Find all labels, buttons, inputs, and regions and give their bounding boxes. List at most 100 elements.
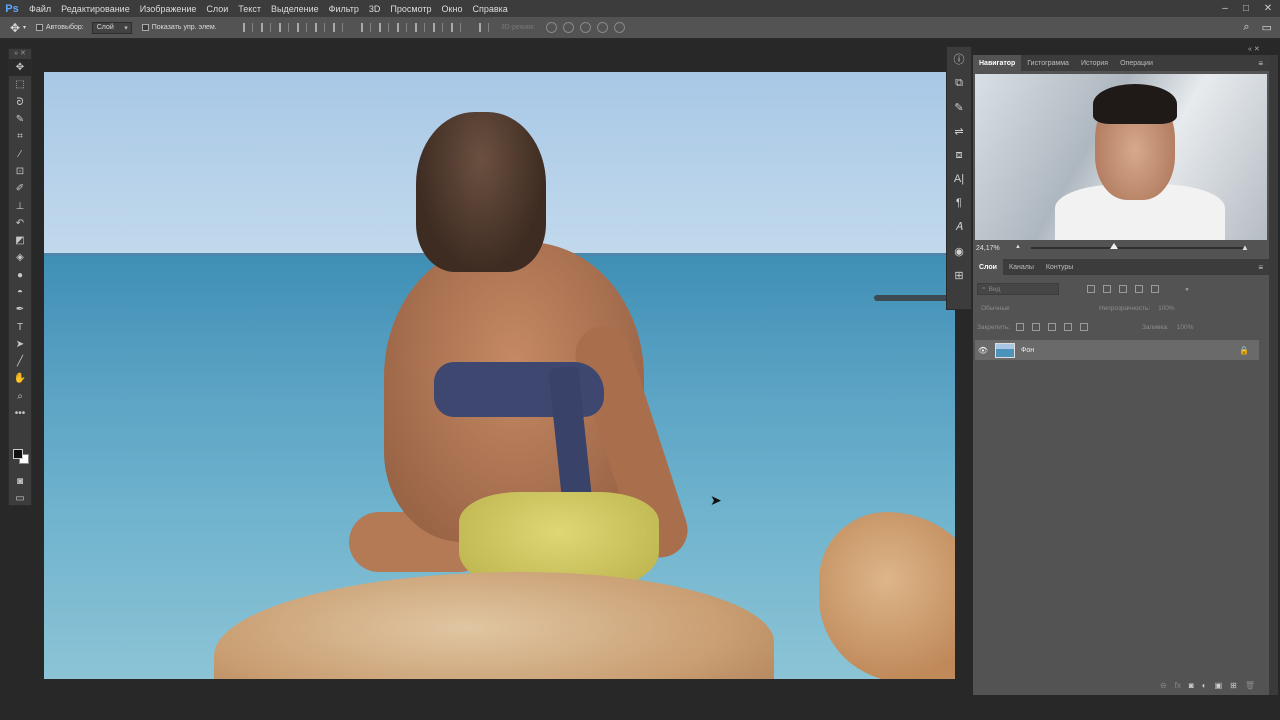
history-brush-tool-icon[interactable]: ↶ xyxy=(9,215,31,232)
distribute-left-icon[interactable] xyxy=(414,23,425,32)
adjustment-layer-icon[interactable]: ◐ xyxy=(1202,681,1207,690)
crop-tool-icon[interactable]: ⌗ xyxy=(9,128,31,145)
toolbar-collapse-icon[interactable]: » ✕ xyxy=(9,49,31,59)
lock-all-icon[interactable] xyxy=(1079,323,1088,331)
delete-layer-icon[interactable]: 🗑 xyxy=(1245,681,1255,690)
distribute-bottom-icon[interactable] xyxy=(396,23,407,32)
panel-menu-icon[interactable]: ≡ xyxy=(1258,263,1263,272)
eraser-tool-icon[interactable]: ◩ xyxy=(9,232,31,249)
tab-history[interactable]: История xyxy=(1075,55,1114,71)
clone-source-icon[interactable]: ⧈ xyxy=(947,143,971,167)
align-bottom-icon[interactable] xyxy=(278,23,289,32)
menu-view[interactable]: Просмотр xyxy=(385,4,436,14)
zoom-slider-thumb[interactable] xyxy=(1110,243,1118,249)
roll-3d-icon[interactable] xyxy=(563,22,575,33)
layer-name[interactable]: Фон xyxy=(1021,347,1034,354)
glyphs-icon[interactable]: 𝐴 xyxy=(947,215,971,239)
paragraph-icon[interactable]: ¶ xyxy=(947,191,971,215)
move-tool-icon[interactable]: ✥ xyxy=(9,59,31,77)
menu-filter[interactable]: Фильтр xyxy=(324,4,364,14)
character-icon[interactable]: A| xyxy=(947,167,971,191)
align-left-icon[interactable] xyxy=(296,23,307,32)
screen-mode-icon[interactable]: ▭ xyxy=(9,490,31,507)
show-transform-checkbox[interactable]: Показать упр. элем. xyxy=(141,24,217,31)
brush-preset-icon[interactable]: ✎ xyxy=(947,95,971,119)
layer-mask-icon[interactable]: ◙ xyxy=(1189,681,1194,690)
stamp-tool-icon[interactable]: ⊥ xyxy=(9,197,31,214)
tab-navigator[interactable]: Навигатор xyxy=(973,55,1022,71)
workspace-icon[interactable]: ▭ xyxy=(1262,21,1272,34)
lock-pixels-icon[interactable] xyxy=(1031,323,1040,331)
move-icon[interactable]: ✥ ▾ xyxy=(0,21,36,35)
close-button[interactable]: ✕ xyxy=(1258,0,1278,17)
3d-icon[interactable]: ◉ xyxy=(947,239,971,263)
type-tool-icon[interactable]: T xyxy=(9,318,31,335)
line-tool-icon[interactable]: ╱ xyxy=(9,353,31,370)
menu-layers[interactable]: Слои xyxy=(201,4,233,14)
layer-row[interactable]: 👁 Фон 🔒 xyxy=(975,340,1259,360)
zoom-out-icon[interactable]: ▲ xyxy=(1015,244,1021,250)
auto-select-checkbox[interactable]: Автовыбор: xyxy=(36,24,84,31)
new-group-icon[interactable]: ▣ xyxy=(1215,681,1223,690)
distribute-top-icon[interactable] xyxy=(360,23,371,32)
pan-3d-icon[interactable] xyxy=(580,22,592,33)
filter-smart-object-icon[interactable] xyxy=(1151,285,1159,293)
brush-tool-icon[interactable]: ✐ xyxy=(9,180,31,197)
tab-actions[interactable]: Операции xyxy=(1114,55,1159,71)
maximize-button[interactable]: □ xyxy=(1236,0,1256,17)
filter-pixel-icon[interactable] xyxy=(1087,285,1095,293)
panel-scrollbar[interactable] xyxy=(1269,55,1278,695)
align-right-icon[interactable] xyxy=(332,23,343,32)
zoom-tool-icon[interactable]: ⌕ xyxy=(9,388,31,405)
filter-type-icon[interactable] xyxy=(1119,285,1127,293)
menu-image[interactable]: Изображение xyxy=(135,4,202,14)
menu-window[interactable]: Окно xyxy=(437,4,468,14)
orbit-3d-icon[interactable] xyxy=(546,22,558,33)
panel-menu-icon[interactable]: ≡ xyxy=(1258,59,1263,68)
layer-style-icon[interactable]: fx xyxy=(1175,681,1181,690)
navigator-preview[interactable] xyxy=(975,74,1267,240)
search-icon[interactable]: ⌕ xyxy=(1243,21,1249,34)
menu-3d[interactable]: 3D xyxy=(364,4,386,14)
path-select-tool-icon[interactable]: ➤ xyxy=(9,336,31,353)
bucket-tool-icon[interactable]: ◈ xyxy=(9,249,31,266)
distribute-hcenter-icon[interactable] xyxy=(432,23,443,32)
align-hcenter-icon[interactable] xyxy=(314,23,325,32)
auto-select-dropdown[interactable]: Слой xyxy=(91,21,132,34)
eyedropper-tool-icon[interactable]: ⁄ xyxy=(9,145,31,162)
quick-select-tool-icon[interactable]: ✎ xyxy=(9,111,31,128)
foreground-color-swatch[interactable] xyxy=(13,449,23,459)
blend-mode-dropdown[interactable]: Обычные xyxy=(977,302,1099,314)
tab-layers[interactable]: Слои xyxy=(973,259,1003,275)
slide-3d-icon[interactable] xyxy=(597,22,609,33)
hand-tool-icon[interactable]: ✋ xyxy=(9,370,31,387)
lock-transparent-icon[interactable] xyxy=(1015,323,1024,331)
tab-paths[interactable]: Контуры xyxy=(1040,259,1079,275)
lock-artboard-icon[interactable] xyxy=(1063,323,1072,331)
menu-file[interactable]: Файл xyxy=(24,4,56,14)
zoom-in-icon[interactable]: ▲ xyxy=(1241,243,1249,252)
eye-icon[interactable]: 👁 xyxy=(975,346,991,355)
tab-histogram[interactable]: Гистограмма xyxy=(1021,55,1075,71)
frame-tool-icon[interactable]: ⊡ xyxy=(9,163,31,180)
blur-tool-icon[interactable]: ● xyxy=(9,267,31,284)
timeline-icon[interactable]: ⊞ xyxy=(947,263,971,287)
zoom-value[interactable]: 24,17% xyxy=(976,245,1000,252)
layer-filter-dropdown[interactable]: ⌕ Вид xyxy=(977,283,1059,295)
filter-toggle-icon[interactable]: ● xyxy=(1185,286,1189,293)
zoom-slider[interactable] xyxy=(1031,247,1243,249)
quick-mask-icon[interactable]: ◙ xyxy=(9,473,31,490)
marquee-tool-icon[interactable]: ⬚ xyxy=(9,76,31,93)
auto-align-icon[interactable] xyxy=(478,23,489,32)
distribute-vcenter-icon[interactable] xyxy=(378,23,389,32)
panels-collapse-icon[interactable]: « ✕ xyxy=(1248,45,1260,53)
filter-shape-icon[interactable] xyxy=(1135,285,1143,293)
align-vcenter-icon[interactable] xyxy=(260,23,271,32)
filter-adjustment-icon[interactable] xyxy=(1103,285,1111,293)
pen-tool-icon[interactable]: ✒ xyxy=(9,301,31,318)
menu-edit[interactable]: Редактирование xyxy=(56,4,135,14)
dodge-tool-icon[interactable]: ◓ xyxy=(9,284,31,301)
opacity-field[interactable]: 100% xyxy=(1154,302,1190,314)
menu-help[interactable]: Справка xyxy=(467,4,512,14)
tab-channels[interactable]: Каналы xyxy=(1003,259,1040,275)
